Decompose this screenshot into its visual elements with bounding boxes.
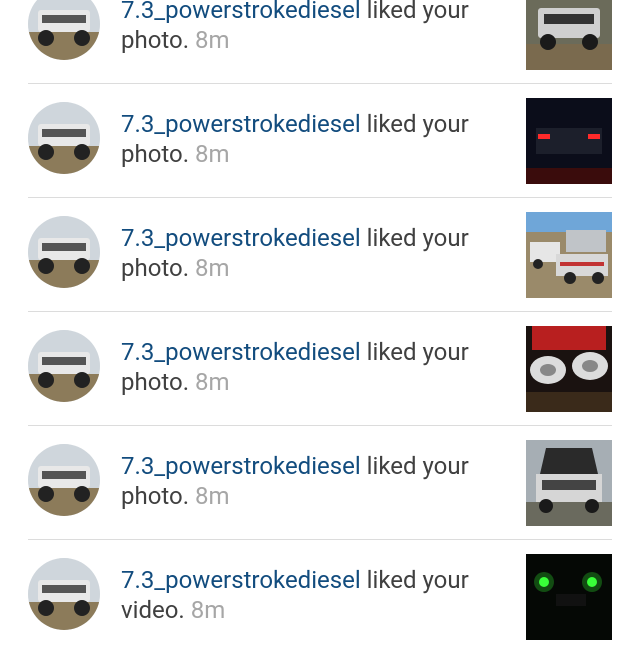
timestamp: 8m bbox=[194, 482, 230, 510]
action-text: liked your bbox=[366, 0, 469, 24]
action-text: liked your bbox=[366, 566, 469, 594]
notification-text: 7.3_powerstrokediesel liked your photo. … bbox=[121, 337, 501, 397]
username-link[interactable]: 7.3_powerstrokediesel bbox=[121, 338, 361, 366]
user-avatar[interactable] bbox=[28, 0, 100, 60]
user-avatar[interactable] bbox=[28, 102, 100, 174]
media-thumbnail[interactable] bbox=[526, 440, 612, 526]
action-text: liked your bbox=[366, 110, 469, 138]
notification-row[interactable]: 7.3_powerstrokediesel liked your photo. … bbox=[28, 84, 612, 198]
user-avatar[interactable] bbox=[28, 558, 100, 630]
media-thumbnail[interactable] bbox=[526, 0, 612, 70]
action-text: liked your bbox=[366, 224, 469, 252]
notification-row[interactable]: 7.3_powerstrokediesel liked your photo. … bbox=[28, 0, 612, 84]
notification-row[interactable]: 7.3_powerstrokediesel liked your photo. … bbox=[28, 426, 612, 540]
object-text: photo. bbox=[121, 368, 190, 396]
username-link[interactable]: 7.3_powerstrokediesel bbox=[121, 110, 361, 138]
object-text: photo. bbox=[121, 140, 190, 168]
user-avatar[interactable] bbox=[28, 330, 100, 402]
notification-row[interactable]: 7.3_powerstrokediesel liked your photo. … bbox=[28, 198, 612, 312]
notification-text: 7.3_powerstrokediesel liked your photo. … bbox=[121, 223, 501, 283]
notification-row[interactable]: 7.3_powerstrokediesel liked your video. … bbox=[28, 540, 612, 653]
activity-feed: 7.3_powerstrokediesel liked your photo. … bbox=[0, 0, 640, 653]
media-thumbnail[interactable] bbox=[526, 554, 612, 640]
notification-row[interactable]: 7.3_powerstrokediesel liked your photo. … bbox=[28, 312, 612, 426]
timestamp: 8m bbox=[194, 254, 230, 282]
object-text: photo. bbox=[121, 26, 190, 54]
media-thumbnail[interactable] bbox=[526, 326, 612, 412]
timestamp: 8m bbox=[190, 596, 226, 624]
timestamp: 8m bbox=[194, 26, 230, 54]
action-text: liked your bbox=[366, 338, 469, 366]
notification-text: 7.3_powerstrokediesel liked your photo. … bbox=[121, 109, 501, 169]
user-avatar[interactable] bbox=[28, 444, 100, 516]
object-text: photo. bbox=[121, 254, 190, 282]
username-link[interactable]: 7.3_powerstrokediesel bbox=[121, 566, 361, 594]
timestamp: 8m bbox=[194, 368, 230, 396]
username-link[interactable]: 7.3_powerstrokediesel bbox=[121, 0, 361, 24]
notification-text: 7.3_powerstrokediesel liked your photo. … bbox=[121, 0, 501, 55]
media-thumbnail[interactable] bbox=[526, 212, 612, 298]
username-link[interactable]: 7.3_powerstrokediesel bbox=[121, 224, 361, 252]
action-text: liked your bbox=[366, 452, 469, 480]
notification-text: 7.3_powerstrokediesel liked your photo. … bbox=[121, 451, 501, 511]
username-link[interactable]: 7.3_powerstrokediesel bbox=[121, 452, 361, 480]
timestamp: 8m bbox=[194, 140, 230, 168]
notification-text: 7.3_powerstrokediesel liked your video. … bbox=[121, 565, 501, 625]
object-text: photo. bbox=[121, 482, 190, 510]
object-text: video. bbox=[121, 596, 185, 624]
media-thumbnail[interactable] bbox=[526, 98, 612, 184]
user-avatar[interactable] bbox=[28, 216, 100, 288]
